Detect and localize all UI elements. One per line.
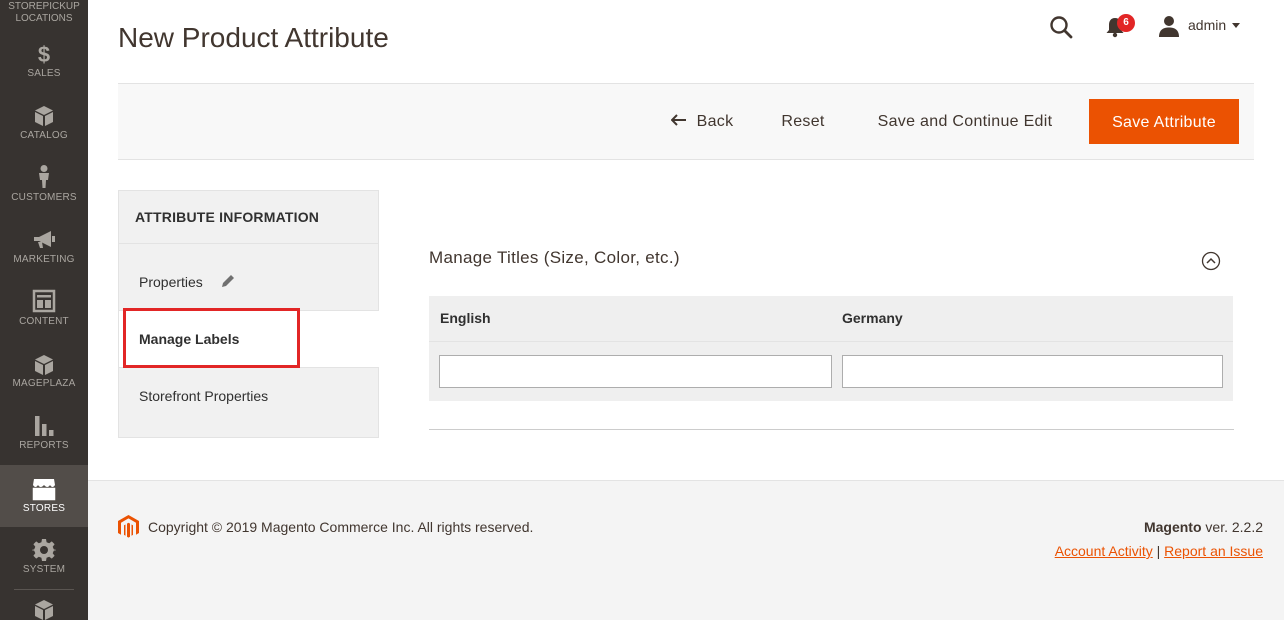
sidebar-item-label: REPORTS: [19, 440, 69, 451]
account-activity-link[interactable]: Account Activity: [1055, 543, 1153, 559]
link-separator: |: [1152, 543, 1165, 559]
reset-button[interactable]: Reset: [770, 99, 836, 144]
box-icon[interactable]: [32, 598, 56, 622]
tabs-title: ATTRIBUTE INFORMATION: [135, 209, 320, 225]
page-title: New Product Attribute: [118, 22, 389, 53]
person-icon: [39, 165, 49, 188]
germany-label-input[interactable]: [842, 355, 1223, 388]
labels-grid: English Germany: [429, 296, 1233, 401]
box-icon: [35, 106, 53, 126]
divider: [429, 341, 1233, 342]
column-header-english: English: [440, 310, 491, 326]
column-header-germany: Germany: [842, 310, 903, 326]
user-menu-name[interactable]: admin: [1188, 17, 1226, 33]
layout-icon: [32, 289, 56, 313]
megaphone-icon: [34, 231, 55, 248]
sidebar-item-label: MAGEPLAZA: [12, 378, 76, 389]
tab-storefront-properties[interactable]: Storefront Properties: [119, 368, 378, 425]
sidebar-item-label: STOREPICKUP: [8, 1, 80, 12]
sidebar-item-label: CONTENT: [19, 316, 69, 327]
english-label-input[interactable]: [439, 355, 832, 388]
copyright-text: Copyright © 2019 Magento Commerce Inc. A…: [148, 519, 534, 535]
sidebar-item-marketing[interactable]: MARKETING: [0, 224, 88, 286]
sidebar-item-system[interactable]: SYSTEM: [0, 534, 88, 596]
admin-sidebar: STOREPICKUP LOCATIONS $ SALES CATALOG CU…: [0, 0, 88, 620]
box-icon: [35, 355, 53, 375]
sidebar-item-label: CUSTOMERS: [11, 192, 77, 203]
dollar-icon: $: [38, 42, 50, 66]
bar-chart-icon: [35, 416, 54, 436]
sidebar-item-mageplaza[interactable]: MAGEPLAZA: [0, 348, 88, 410]
sidebar-item-label: LOCATIONS: [15, 13, 73, 24]
sidebar-divider: [14, 589, 74, 590]
save-and-continue-button[interactable]: Save and Continue Edit: [862, 99, 1068, 144]
magento-logo-icon: [118, 515, 139, 538]
sidebar-item-reports[interactable]: REPORTS: [0, 410, 88, 472]
sidebar-item-label: STORES: [22, 503, 66, 514]
sidebar-item-customers[interactable]: CUSTOMERS: [0, 162, 88, 224]
svg-text:$: $: [38, 42, 50, 66]
highlight-box: [123, 308, 300, 368]
sidebar-item-label: SALES: [27, 68, 61, 79]
sidebar-item-sales[interactable]: $ SALES: [0, 38, 88, 100]
notifications-badge[interactable]: 6: [1117, 14, 1135, 32]
sidebar-item-label: MARKETING: [13, 254, 75, 265]
user-icon[interactable]: [1158, 15, 1180, 37]
sidebar-item-label: CATALOG: [20, 130, 68, 141]
section-title: Manage Titles (Size, Color, etc.): [429, 248, 680, 267]
version-number: ver. 2.2.2: [1201, 519, 1263, 535]
pencil-icon: [222, 275, 234, 287]
divider: [429, 429, 1234, 430]
gear-icon: [32, 539, 56, 561]
tab-properties[interactable]: Properties: [119, 254, 378, 311]
footer-links: Account Activity | Report an Issue: [1055, 543, 1263, 559]
sidebar-item-label: SYSTEM: [22, 564, 66, 575]
chevron-up-icon[interactable]: [1201, 251, 1221, 271]
sidebar-item-catalog[interactable]: CATALOG: [0, 100, 88, 162]
back-button-label: Back: [696, 113, 734, 130]
report-issue-link[interactable]: Report an Issue: [1164, 543, 1263, 559]
chevron-down-icon[interactable]: [1232, 23, 1240, 28]
search-icon[interactable]: [1048, 14, 1074, 40]
arrow-left-icon: [670, 114, 686, 126]
sidebar-item-content[interactable]: CONTENT: [0, 286, 88, 348]
sidebar-item-stores[interactable]: STORES: [0, 465, 88, 527]
back-button[interactable]: Back: [663, 99, 741, 144]
tab-label: Storefront Properties: [139, 388, 269, 404]
version-text: Magento ver. 2.2.2: [1144, 519, 1263, 535]
divider: [119, 243, 378, 244]
tab-label: Properties: [139, 274, 203, 290]
save-attribute-button[interactable]: Save Attribute: [1089, 99, 1239, 144]
sidebar-item-storepickup[interactable]: STOREPICKUP LOCATIONS: [0, 0, 88, 28]
store-icon: [32, 479, 56, 501]
brand-name: Magento: [1143, 519, 1202, 535]
